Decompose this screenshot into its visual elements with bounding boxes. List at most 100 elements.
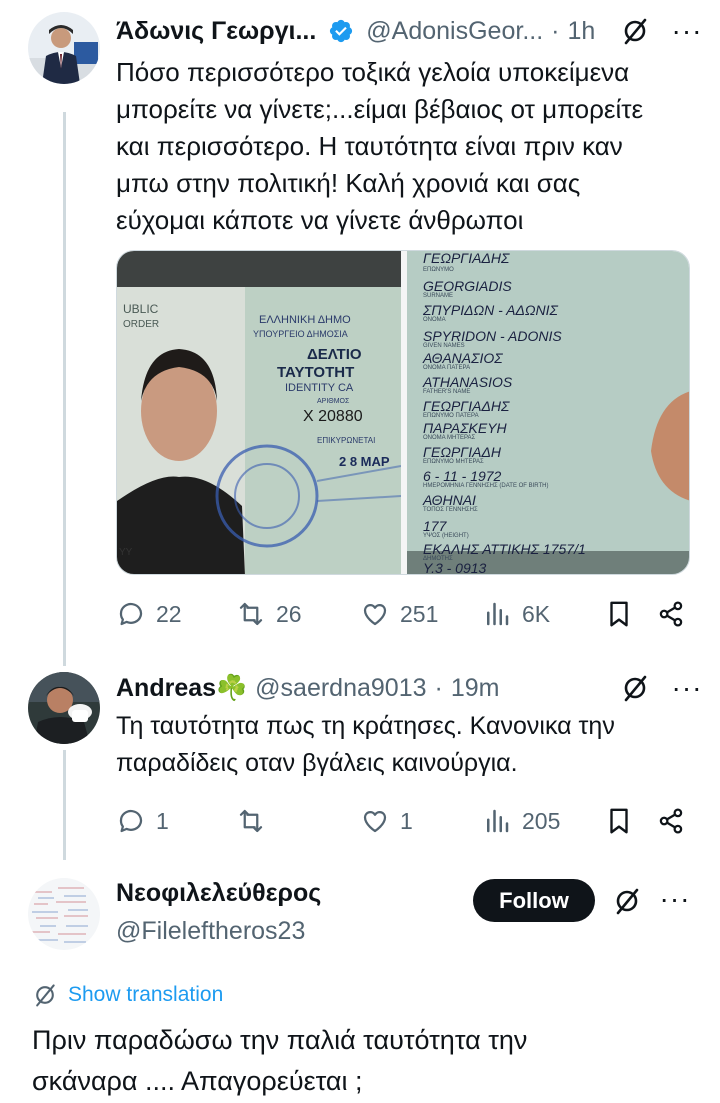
bookmark-button[interactable] — [604, 801, 634, 841]
views-button[interactable]: 6K — [482, 594, 550, 634]
card-text: ΕΠΩΝΥΜΟ — [423, 267, 454, 273]
card-text: ORDER — [123, 319, 159, 330]
follow-button[interactable]: Follow — [473, 879, 595, 922]
card-text: 177 — [423, 518, 448, 534]
share-button[interactable] — [656, 594, 686, 634]
author-photo-icon — [28, 12, 100, 84]
action-bar: 1 1 205 — [116, 801, 704, 841]
author-name[interactable]: Νεοφιλελεύθερος — [116, 879, 321, 908]
card-text: Χ 20880 — [303, 408, 363, 425]
timestamp[interactable]: 1h — [567, 17, 595, 46]
avatar[interactable] — [28, 672, 100, 744]
card-text: ΔΕΛΤΙΟ — [307, 346, 362, 363]
tweet-media[interactable]: UBLIC ORDER ΕΛΛΗΝΙΚΗ ΔΗΜΟ ΥΠΟΥΡΓΕΙΟ ΔΗΜΟ… — [116, 250, 690, 575]
separator: · — [551, 16, 560, 45]
card-text: ΤΟΠΟΣ ΓΕΝΝΗΣΗΣ — [423, 507, 478, 513]
card-text: 6 - 11 - 1972 — [423, 468, 502, 484]
avatar[interactable] — [28, 878, 100, 950]
repost-button[interactable]: 26 — [236, 594, 302, 634]
card-text: ΑΡΙΘΜΟΣ — [317, 398, 350, 405]
card-text: ΠΑΡΑΣΚΕΥΗ — [423, 420, 508, 436]
grok-icon[interactable] — [618, 671, 652, 705]
separator: · — [434, 673, 443, 702]
translate-icon — [36, 984, 55, 1007]
card-text: ΕΠΩΝΥΜΟ ΜΗΤΕΡΑΣ — [423, 459, 484, 465]
card-text: ΤΑΥΤΟΤΗΤ — [277, 364, 354, 381]
repost-icon — [239, 602, 263, 626]
author-name[interactable]: Άδωνις Γεωργι... — [116, 17, 316, 46]
card-text: 2 8 ΜΑΡ — [339, 454, 390, 469]
tweet-text-line: και περισσότερο. Η ταυτότητα είναι πριν … — [116, 131, 623, 161]
card-text: GIVEN NAMES — [423, 343, 465, 349]
card-text: ΕΛΛΗΝΙΚΗ ΔΗΜΟ — [259, 314, 351, 326]
reply-count: 1 — [156, 807, 169, 834]
share-icon — [659, 601, 683, 627]
show-translation-label: Show translation — [68, 983, 224, 1006]
action-bar: 22 26 251 6K — [116, 594, 704, 634]
card-text: ΑΘΑΝΑΣΙΟΣ — [422, 350, 503, 366]
thread-line-1 — [63, 112, 66, 666]
repost-button[interactable] — [236, 801, 276, 841]
tweet-text-line: Πριν παραδώσω την παλιά ταυτότητα την — [32, 1025, 528, 1055]
tweet-text-line: εύχομαι κάποτε να γίνετε άνθρωποι — [116, 205, 524, 235]
views-count: 6K — [522, 600, 551, 627]
timestamp[interactable]: 19m — [451, 674, 500, 703]
grok-icon[interactable] — [610, 884, 644, 918]
card-text: ΔΗΜΟΤΗΣ — [423, 556, 453, 562]
tweet-text-line: Πόσο περισσότερο τοξικά γελοία υποκείμεν… — [116, 57, 630, 87]
tweet-text: Πριν παραδώσω την παλιά ταυτότητα την σκ… — [32, 1020, 700, 1102]
reply-button[interactable]: 1 — [116, 801, 169, 841]
reply-button[interactable]: 22 — [116, 594, 182, 634]
card-text: ΓΕΩΡΓΙΑΔΗΣ — [423, 251, 510, 266]
like-button[interactable]: 251 — [360, 594, 438, 634]
author-handle[interactable]: @AdonisGeor... — [366, 17, 543, 46]
author-handle[interactable]: @Fileleftheros23 — [116, 917, 305, 946]
card-text: ΕΠΩΝΥΜΟ ΠΑΤΕΡΑ — [423, 413, 479, 419]
share-button[interactable] — [656, 801, 686, 841]
tweet-text-line: Τη ταυτότητα πως τη κράτησες. Κανονικα τ… — [116, 712, 615, 740]
card-text: ΗΜΕΡΟΜΗΝΙΑ ΓΕΝΝΗΣΗΣ (DATE OF BIRTH) — [423, 483, 549, 489]
bookmark-icon — [610, 601, 628, 627]
card-text: ΥΨΟΣ (HEIGHT) — [423, 533, 469, 539]
card-text: SPYRIDON - ADONIS — [423, 328, 562, 344]
reply-icon — [119, 809, 143, 833]
tweet-text: Πόσο περισσότερο τοξικά γελοία υποκείμεν… — [116, 54, 700, 239]
card-text: Υ.3 - 0913 — [423, 560, 487, 575]
card-text: ΟΝΟΜΑ ΠΑΤΕΡΑ — [423, 365, 470, 371]
repost-count: 26 — [276, 600, 302, 627]
tweet-header: Άδωνις Γεωργι... @AdonisGeor... · 1h ··· — [116, 14, 704, 48]
reply-author-photo-icon — [28, 672, 100, 744]
card-text: ΟΝΟΜΑ — [423, 317, 446, 323]
more-options-icon[interactable]: ··· — [670, 671, 704, 705]
grok-icon[interactable] — [618, 14, 652, 48]
card-text: ΓΕΩΡΓΙΑΔΗ — [423, 444, 502, 460]
views-button[interactable]: 205 — [482, 801, 560, 841]
card-text: ΥΥ — [119, 547, 133, 558]
tweet-text: Τη ταυτότητα πως τη κράτησες. Κανονικα τ… — [116, 708, 700, 782]
more-options-icon[interactable]: ··· — [670, 14, 704, 48]
author-name[interactable]: Andreas☘️ — [116, 674, 247, 703]
tweet-header: Andreas☘️ @saerdna9013 · 19m ··· — [116, 671, 704, 705]
card-text: UBLIC — [123, 302, 159, 316]
id-card-image: UBLIC ORDER ΕΛΛΗΝΙΚΗ ΔΗΜΟ ΥΠΟΥΡΓΕΙΟ ΔΗΜΟ… — [117, 251, 689, 575]
bookmark-button[interactable] — [604, 594, 634, 634]
tweet-text-line: παραδίδεις οταν βγάλεις καινούργια. — [116, 749, 518, 777]
show-translation-link[interactable]: Show translation — [32, 982, 223, 1008]
page-avatar-icon — [28, 878, 100, 950]
bookmark-icon — [610, 808, 628, 834]
thread-line-2 — [63, 750, 66, 860]
card-text: SURNAME — [423, 293, 453, 299]
verified-badge-icon — [324, 14, 358, 48]
like-count: 251 — [400, 600, 439, 627]
author-handle[interactable]: @saerdna9013 — [255, 674, 426, 703]
tweet-text-line: μπορείτε να γίνετε;...είμαι βέβαιος οτ μ… — [116, 94, 644, 124]
heart-icon — [363, 810, 387, 833]
avatar[interactable] — [28, 12, 100, 84]
like-button[interactable]: 1 — [360, 801, 413, 841]
card-text: GEORGIADIS — [423, 278, 512, 294]
card-text: FATHER'S NAME — [423, 389, 470, 395]
more-options-icon[interactable]: ··· — [658, 882, 692, 916]
card-text: ΟΝΟΜΑ ΜΗΤΕΡΑΣ — [423, 435, 476, 441]
repost-icon — [239, 809, 263, 833]
card-text: ΕΚΑΛΗΣ ΑΤΤΙΚΗΣ 1757/1 — [423, 541, 586, 557]
